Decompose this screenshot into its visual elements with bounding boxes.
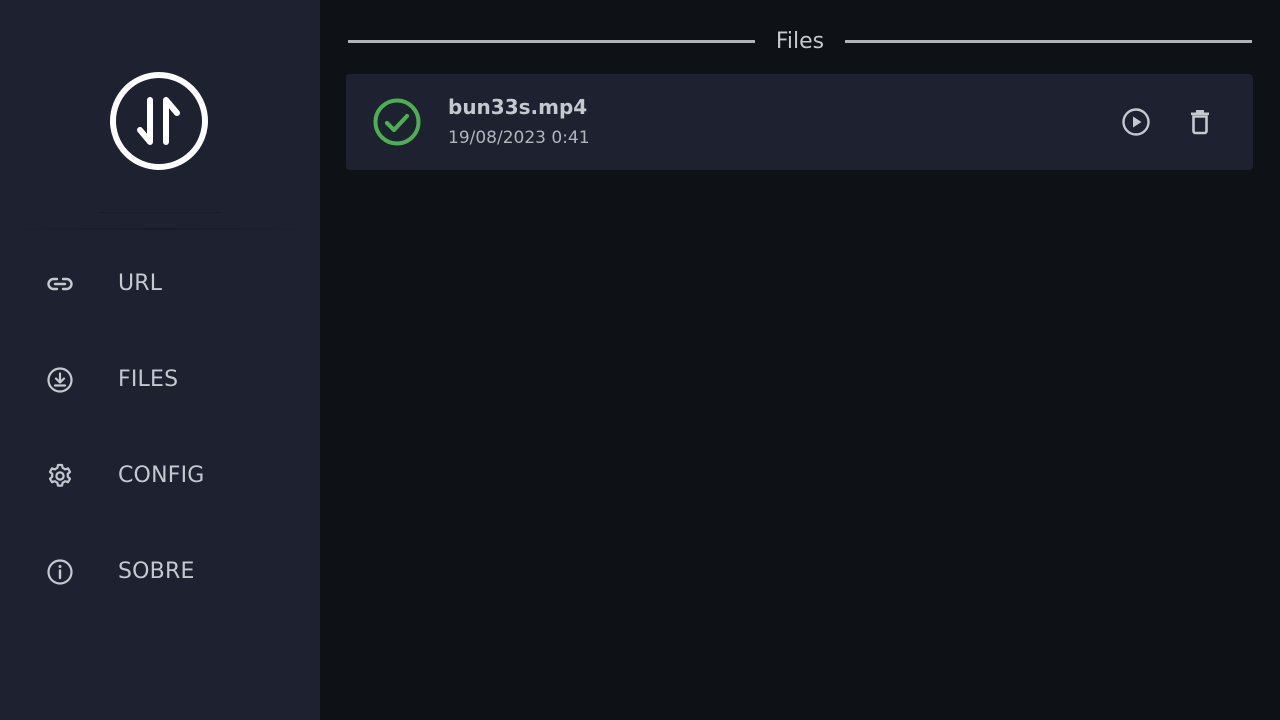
sidebar-item-label: URL xyxy=(118,271,163,296)
play-icon xyxy=(1118,104,1154,140)
header-line-right xyxy=(845,40,1252,43)
app-window: URL FILES CONFIG SOBRE Files bun33s.mp4 … xyxy=(0,0,1280,720)
sidebar: URL FILES CONFIG SOBRE xyxy=(0,0,320,720)
trash-icon xyxy=(1182,104,1218,140)
sidebar-item-sobre[interactable]: SOBRE xyxy=(0,540,320,604)
app-logo xyxy=(109,71,209,171)
sidebar-item-label: CONFIG xyxy=(118,463,205,488)
sidebar-item-url[interactable]: URL xyxy=(0,252,320,316)
section-title: Files xyxy=(775,29,825,54)
info-icon xyxy=(45,557,75,587)
link-icon xyxy=(45,269,75,299)
sidebar-item-config[interactable]: CONFIG xyxy=(0,444,320,508)
file-name: bun33s.mp4 xyxy=(448,95,588,119)
file-date: 19/08/2023 0:41 xyxy=(448,128,590,148)
check-circle-icon xyxy=(372,98,422,148)
play-button[interactable] xyxy=(1118,104,1154,140)
file-item[interactable]: bun33s.mp4 19/08/2023 0:41 xyxy=(346,74,1253,170)
sidebar-item-files[interactable]: FILES xyxy=(0,348,320,412)
header-line-left xyxy=(348,40,755,43)
sidebar-item-label: SOBRE xyxy=(118,559,195,584)
delete-button[interactable] xyxy=(1182,104,1218,140)
transfer-arrows-logo-icon xyxy=(110,72,208,170)
sidebar-divider xyxy=(0,228,320,230)
logo-divider xyxy=(100,212,220,213)
section-header: Files xyxy=(348,26,1252,58)
main-content: Files bun33s.mp4 19/08/2023 0:41 xyxy=(320,0,1280,720)
download-circle-icon xyxy=(45,365,75,395)
gear-icon xyxy=(45,461,75,491)
sidebar-item-label: FILES xyxy=(118,367,179,392)
